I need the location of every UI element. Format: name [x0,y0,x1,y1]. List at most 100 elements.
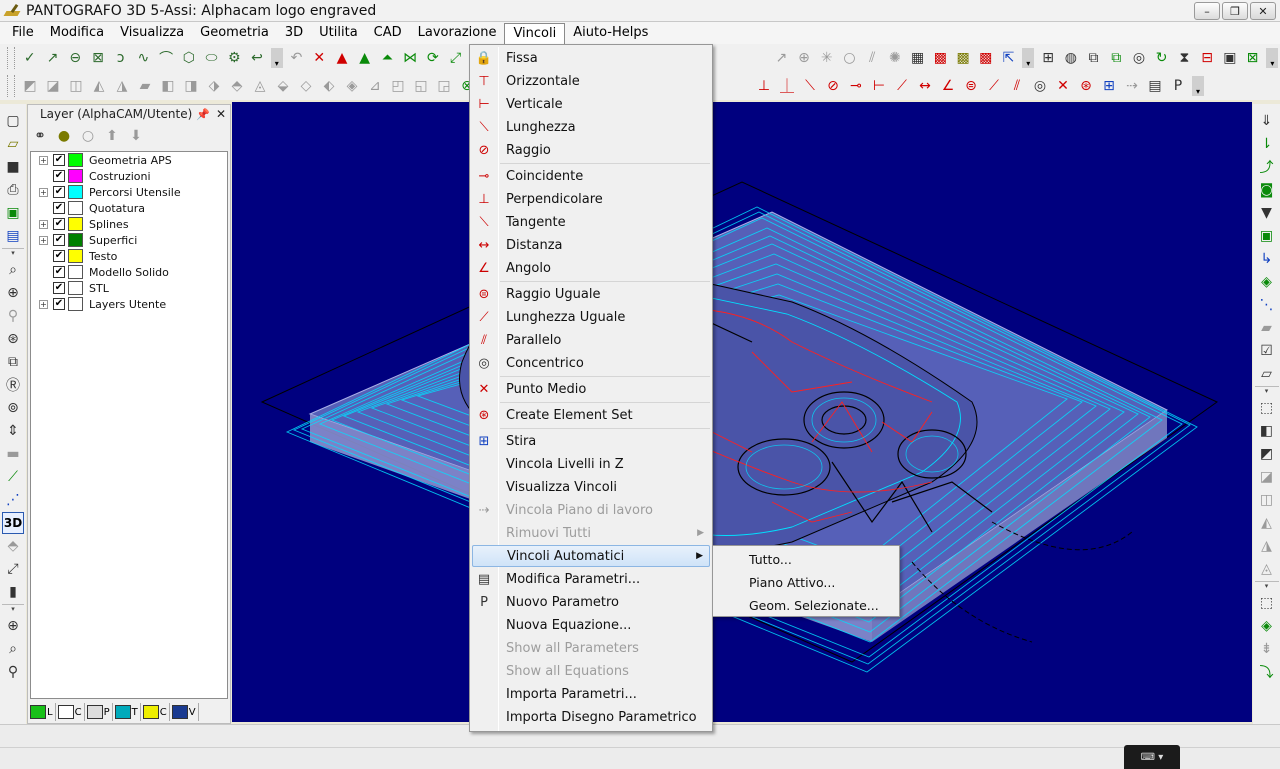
menu-item-importa-parametri[interactable]: Importa Parametri... [472,683,710,705]
angle-constraint-tool-icon[interactable]: ∠ [937,75,959,97]
dimension-icon[interactable]: ⇱ [998,47,1020,69]
drill-icon[interactable]: ▼ [1256,202,1278,224]
minimize-button[interactable]: – [1194,2,1220,20]
expand-icon[interactable]: + [39,155,48,165]
cam-green-icon[interactable]: ⧉ [1105,47,1127,69]
menu-3d[interactable]: 3D [277,23,311,43]
parameters-tool-icon[interactable]: ▤ [1144,75,1166,97]
layer-visibility-checkbox[interactable]: ✔ [53,298,65,310]
menu-vincoli[interactable]: Vincoli [504,23,566,45]
layer-color-swatch[interactable] [68,201,83,215]
layer-row[interactable]: ✔ STL [31,280,227,296]
hatch-red-icon[interactable]: ▩ [930,47,952,69]
spline-tool-icon[interactable]: ∿ [133,47,155,69]
menu-visualizza[interactable]: Visualizza [112,23,192,43]
tool-icon[interactable]: ◍ [1060,47,1082,69]
surface-tool-13-icon[interactable]: ◇ [295,75,317,97]
surface-tool-16-icon[interactable]: ⊿ [364,75,386,97]
lightbulb-on-icon[interactable]: ● [54,126,74,146]
layer-color-swatch[interactable] [68,281,83,295]
shade-icon[interactable]: ▬ [2,443,24,465]
layer-visibility-checkbox[interactable]: ✔ [53,186,65,198]
toolbar-overflow[interactable]: ▾ [270,48,283,68]
simulation-icon[interactable]: ⧗ [1174,47,1196,69]
toolbar-grip-2[interactable] [7,75,15,97]
pin-icon[interactable]: 📌 [196,108,210,121]
surface-tool-2-icon[interactable]: ◪ [42,75,64,97]
surface-tool-18-icon[interactable]: ◱ [410,75,432,97]
circle-tool-icon[interactable]: ○ [839,47,861,69]
box-2-icon[interactable]: ◧ [1256,420,1278,442]
menu-item-raggio[interactable]: ⊘ Raggio [472,139,710,161]
surface-5-icon[interactable]: ◮ [1256,535,1278,557]
surface-icon[interactable]: ◩ [1256,443,1278,465]
move-up-icon[interactable]: ▲ [331,47,353,69]
zoom-out-icon[interactable]: ⌕ [2,638,24,660]
tab-parts[interactable]: P [86,703,113,721]
path-icon[interactable]: ↻ [1151,47,1173,69]
zoom-all-icon[interactable]: ⊛ [2,328,24,350]
lightbulb-off-icon[interactable]: ○ [78,126,98,146]
projection-icon[interactable]: ⋱ [1256,294,1278,316]
layers-icon[interactable]: ⧉ [1083,47,1105,69]
menu-item-lunghezza-uguale[interactable]: ⟋ Lunghezza Uguale [472,306,710,328]
hatch-pattern-icon[interactable]: ▩ [975,47,997,69]
circle-line-tool-icon[interactable]: ⊖ [64,47,86,69]
hatch-yellow-icon[interactable]: ▩ [952,47,974,69]
zoom-icon[interactable]: ⌕ [2,259,24,281]
menu-modifica[interactable]: Modifica [42,23,112,43]
box-icon[interactable]: ⬚ [1256,397,1278,419]
layer-visibility-checkbox[interactable]: ✔ [53,282,65,294]
layer-color-swatch[interactable] [68,233,83,247]
scale-icon[interactable]: ⤢ [445,47,467,69]
tab-cam[interactable]: C [142,703,170,721]
rough-icon[interactable]: ⤴ [1256,156,1278,178]
menu-cad[interactable]: CAD [366,23,410,43]
rotate-icon[interactable]: ⟳ [422,47,444,69]
view-iso-icon[interactable]: ⬘ [2,535,24,557]
polyline-tool-icon[interactable]: ↗ [42,47,64,69]
layer-tool-icon[interactable]: ▱ [1256,363,1278,385]
tab-layers[interactable]: L [30,703,56,721]
import-icon[interactable]: ▣ [2,202,24,224]
layer-row[interactable]: ✔ Quotatura [31,200,227,216]
delete-icon[interactable]: ✕ [308,47,330,69]
equal-length-tool-icon[interactable]: ⟋ [983,75,1005,97]
menu-utilita[interactable]: Utilita [311,23,366,43]
pan-icon[interactable]: ⧉ [2,351,24,373]
surface-tool-17-icon[interactable]: ◰ [387,75,409,97]
ellipse-tool-icon[interactable]: ⬭ [201,47,223,69]
menu-item-distanza[interactable]: ↔ Distanza [472,234,710,256]
concentric-constraint-tool-icon[interactable]: ◎ [1029,75,1051,97]
arrow-tool-icon[interactable]: ↗ [770,47,792,69]
restore-button[interactable]: ❐ [1222,2,1248,20]
move-down-arrow-icon[interactable]: ⬇ [126,126,146,146]
close-button[interactable]: ✕ [1250,2,1276,20]
layer-color-swatch[interactable] [68,185,83,199]
menu-aiuto-helps[interactable]: Aiuto-Helps [565,23,656,43]
coincident-constraint-tool-icon[interactable]: ⊸ [845,75,867,97]
gear-tool-icon[interactable]: ⚙ [223,47,245,69]
view-3d-button[interactable]: 3D [2,512,24,534]
solid-green-icon[interactable]: ◈ [1256,615,1278,637]
length-constraint-tool-icon[interactable]: ⟍ [799,75,821,97]
surface-tool-19-icon[interactable]: ◲ [433,75,455,97]
solid-gray-icon[interactable]: ⇟ [1256,638,1278,660]
layer-color-swatch[interactable] [68,169,83,183]
binoculars-icon[interactable]: ⚭ [30,126,50,146]
menu-item-create-element-set[interactable]: ⊛ Create Element Set [472,404,710,426]
menu-item-raggio-uguale[interactable]: ⊜ Raggio Uguale [472,283,710,305]
finish-icon[interactable]: ◈ [1256,271,1278,293]
hexagon-tool-icon[interactable]: ⬡ [178,47,200,69]
stretch-tool-icon[interactable]: ⊞ [1098,75,1120,97]
cross-tool-icon[interactable]: ✳ [816,47,838,69]
toolbar-overflow-2[interactable]: ▾ [1022,48,1035,68]
post-icon[interactable]: ▣ [1219,47,1241,69]
menu-item-fissa[interactable]: 🔒 Fissa [472,47,710,69]
redraw-icon[interactable]: Ⓡ [2,374,24,396]
surface-tool-15-icon[interactable]: ◈ [341,75,363,97]
midpoint-constraint-tool-icon[interactable]: ✕ [1052,75,1074,97]
solid-flow-icon[interactable]: ⤵ [1256,661,1278,683]
layer-row[interactable]: ✔ Modello Solido [31,264,227,280]
new-parameter-tool-icon[interactable]: P [1167,75,1189,97]
